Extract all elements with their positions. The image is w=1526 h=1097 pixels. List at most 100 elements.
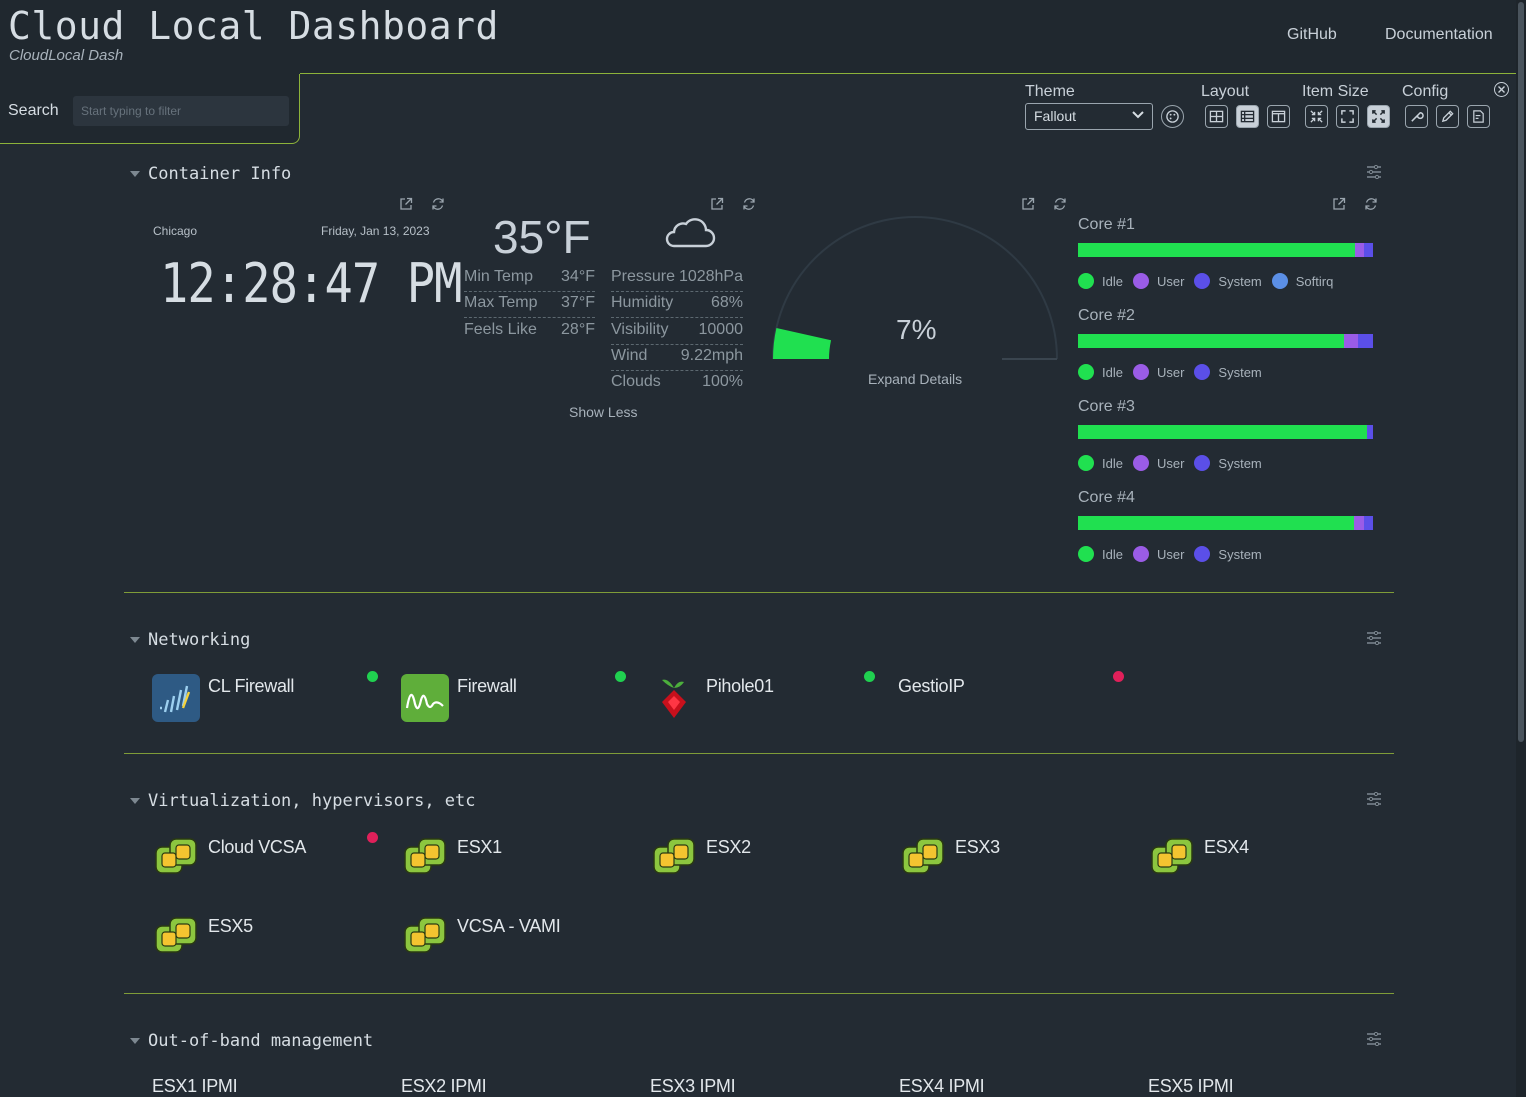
section-title-networking[interactable]: Networking [148, 630, 250, 650]
legend-item[interactable]: User [1132, 546, 1184, 562]
layout-label: Layout [1201, 83, 1250, 100]
legend-label: Idle [1102, 273, 1123, 289]
config-wrench-button[interactable] [1405, 105, 1428, 128]
compress-icon [1310, 110, 1323, 123]
item-label: CL Firewall [208, 676, 295, 696]
gauge-expand-details-link[interactable]: Expand Details [868, 371, 962, 387]
item-size-label: Item Size [1302, 83, 1369, 100]
item-size-large-button[interactable] [1367, 105, 1390, 128]
legend-item[interactable]: System [1194, 546, 1262, 562]
legend-color-dot [1194, 455, 1211, 471]
collapse-caret-icon[interactable] [130, 637, 140, 643]
vmware-app-icon [404, 838, 446, 874]
item-esx5-ipmi[interactable]: ESX5 IPMI [1148, 1076, 1234, 1097]
item-esx3-ipmi[interactable]: ESX3 IPMI [650, 1076, 736, 1097]
item-label: GestioIP [898, 676, 965, 696]
legend-color-dot [1194, 273, 1211, 289]
section-title-container-info[interactable]: Container Info [148, 164, 291, 184]
cpu-bar-segment-system [1358, 334, 1373, 348]
theme-select[interactable]: Fallout [1025, 103, 1153, 130]
vmware-app-icon [404, 917, 446, 953]
refresh-icon[interactable] [431, 197, 445, 211]
layout-auto-button[interactable] [1205, 105, 1228, 128]
refresh-icon[interactable] [742, 197, 756, 211]
page-title: Cloud Local Dashboard [8, 4, 499, 48]
item-esx5[interactable]: ESX5 [150, 912, 385, 966]
item-size-small-button[interactable] [1305, 105, 1328, 128]
layout-vertical-button[interactable] [1267, 105, 1290, 128]
nav-link-github[interactable]: GitHub [1287, 26, 1337, 44]
theme-configurator-button[interactable] [1161, 105, 1184, 128]
section-title-oob[interactable]: Out-of-band management [148, 1031, 373, 1051]
legend-item[interactable]: Idle [1078, 546, 1123, 562]
legend-label: User [1156, 455, 1185, 471]
weather-show-less-link[interactable]: Show Less [569, 404, 637, 420]
legend-color-dot [1078, 364, 1094, 380]
collapse-caret-icon[interactable] [130, 798, 140, 804]
refresh-icon[interactable] [1364, 197, 1378, 211]
section-options-icon[interactable] [1366, 1032, 1382, 1046]
collapse-caret-icon[interactable] [130, 171, 140, 177]
columns-layout-icon [1271, 110, 1286, 123]
item-size-medium-button[interactable] [1336, 105, 1359, 128]
item-pihole01[interactable]: Pihole01 [648, 672, 883, 726]
section-options-icon[interactable] [1366, 631, 1382, 645]
item-esx3[interactable]: ESX3 [897, 833, 1132, 887]
item-gestioip[interactable]: GestioIP [897, 672, 1132, 726]
legend-label: System [1218, 364, 1262, 380]
item-esx2-ipmi[interactable]: ESX2 IPMI [401, 1076, 487, 1097]
item-firewall[interactable]: Firewall [399, 672, 634, 726]
legend-item[interactable]: Softirq [1271, 273, 1333, 289]
config-editor-button[interactable] [1467, 105, 1490, 128]
item-esx4-ipmi[interactable]: ESX4 IPMI [899, 1076, 985, 1097]
clock-city: Chicago [153, 224, 198, 238]
legend-label: Idle [1102, 364, 1123, 380]
refresh-icon[interactable] [1053, 197, 1067, 211]
settings-border [300, 73, 1516, 74]
item-esx1-ipmi[interactable]: ESX1 IPMI [152, 1076, 238, 1097]
section-options-icon[interactable] [1366, 792, 1382, 806]
open-external-icon[interactable] [710, 197, 724, 211]
scrollbar-thumb[interactable] [1518, 2, 1524, 742]
status-indicator-online [367, 671, 378, 682]
item-cloud-vcsa[interactable]: Cloud VCSA [150, 833, 385, 887]
cpu-core-legend: Idle User System [1078, 364, 1272, 380]
opnsense-app-icon [401, 674, 449, 722]
section-title-virtualization[interactable]: Virtualization, hypervisors, etc [148, 791, 476, 811]
legend-item[interactable]: System [1194, 455, 1262, 471]
cpu-core-legend: Idle User System [1078, 455, 1272, 471]
cpu-core-bar [1078, 334, 1373, 348]
item-cl-firewall[interactable]: CL Firewall [150, 672, 385, 726]
layout-horizontal-button[interactable] [1236, 105, 1259, 128]
gauge-fill [773, 328, 832, 359]
item-esx4[interactable]: ESX4 [1146, 833, 1381, 887]
config-edit-button[interactable] [1436, 105, 1459, 128]
legend-item[interactable]: Idle [1078, 273, 1123, 289]
rows-layout-icon [1240, 110, 1255, 123]
legend-item[interactable]: Idle [1078, 455, 1123, 471]
vmware-app-icon [653, 838, 695, 874]
collapse-caret-icon[interactable] [130, 1038, 140, 1044]
pihole-app-icon [662, 679, 686, 718]
legend-item[interactable]: User [1132, 273, 1184, 289]
cloud-icon [665, 218, 716, 248]
legend-item[interactable]: Idle [1078, 364, 1123, 380]
open-external-icon[interactable] [1332, 197, 1346, 211]
legend-item[interactable]: User [1132, 455, 1185, 471]
item-esx1[interactable]: ESX1 [399, 833, 634, 887]
close-settings-button[interactable] [1494, 82, 1509, 97]
legend-item[interactable]: System [1194, 273, 1262, 289]
item-label: Pihole01 [706, 676, 774, 696]
weather-visibility: Visibility 10000 [611, 321, 743, 345]
nav-link-documentation[interactable]: Documentation [1385, 26, 1493, 44]
section-options-icon[interactable] [1366, 165, 1382, 179]
item-esx2[interactable]: ESX2 [648, 833, 883, 887]
pencil-icon [1441, 110, 1454, 123]
legend-item[interactable]: System [1194, 364, 1262, 380]
legend-item[interactable]: User [1132, 364, 1184, 380]
open-external-icon[interactable] [399, 197, 413, 211]
open-external-icon[interactable] [1021, 197, 1035, 211]
item-vcsa-vami[interactable]: VCSA - VAMI [399, 912, 634, 966]
search-input[interactable] [73, 96, 289, 126]
cpu-core-name: Core #1 [1078, 216, 1135, 233]
